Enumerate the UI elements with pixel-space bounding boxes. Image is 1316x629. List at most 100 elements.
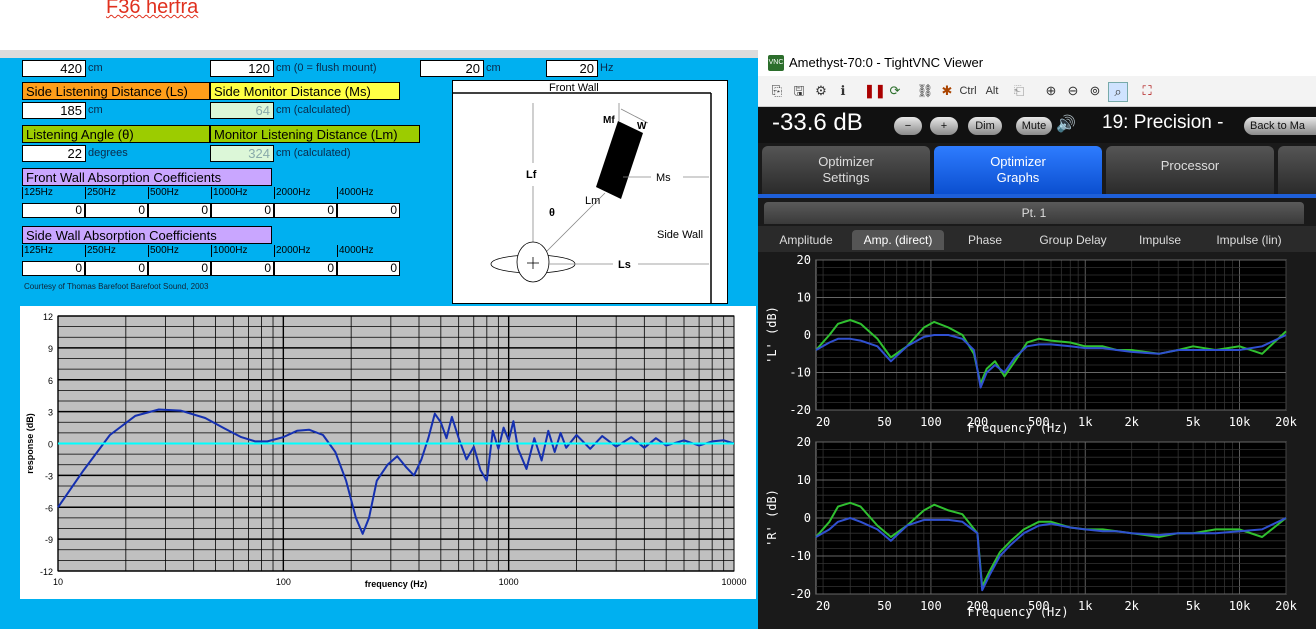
fullscreen-icon[interactable]: ⛶ [1138, 82, 1156, 100]
zoom-in-icon[interactable]: ⊕ [1042, 82, 1060, 100]
side-listening-cell[interactable]: 185 [22, 102, 86, 119]
subtab-group-delay[interactable]: Group Delay [1026, 230, 1120, 250]
side-wall-text: Side Wall [657, 229, 703, 241]
front-coef-cell[interactable]: 0 [337, 203, 400, 218]
monitor-front-cell[interactable]: 120 [210, 60, 274, 77]
subtab-impulse-lin[interactable]: Impulse (lin) [1202, 230, 1296, 250]
y-tick-label: -3 [45, 471, 53, 481]
side-band-header: 500Hz [148, 245, 179, 257]
front-coef-cell[interactable]: 0 [211, 203, 274, 218]
x-tick-label: 20k [1275, 415, 1297, 429]
new-connection-icon[interactable]: ⎘ [768, 82, 786, 100]
front-band-header: 250Hz [85, 187, 116, 199]
front-coef-cell[interactable]: 0 [274, 203, 337, 218]
save-icon[interactable]: 🖫 [790, 82, 808, 100]
side-coef-cell[interactable]: 0 [148, 261, 211, 276]
front-coef-cell[interactable]: 0 [148, 203, 211, 218]
tab-processor[interactable]: Processor [1106, 146, 1274, 194]
tab-optimizer-graphs[interactable]: Optimizer Graphs [934, 146, 1102, 194]
side-band-header: 1000Hz [211, 245, 248, 257]
monitor-listening-cell: 324 [210, 145, 274, 162]
x-tick-label: 1k [1078, 599, 1093, 613]
side-coef-cell[interactable]: 0 [274, 261, 337, 276]
subtab-impulse[interactable]: Impulse [1128, 230, 1192, 250]
subtab-phase[interactable]: Phase [952, 230, 1018, 250]
width-unit: cm [486, 62, 501, 74]
vnc-title-bar[interactable]: VNC Amethyst-70:0 - TightVNC Viewer [758, 50, 1316, 76]
x-tick-label: 20k [1275, 599, 1297, 613]
link-icon[interactable]: ⛓ [916, 82, 934, 100]
refresh-icon[interactable]: ⟳ [886, 82, 904, 100]
courtesy-note: Courtesy of Thomas Barefoot Barefoot Sou… [24, 282, 209, 291]
back-button[interactable]: Back to Ma [1244, 117, 1316, 135]
ms-text: Ms [656, 172, 671, 184]
x-tick-label: 50 [877, 415, 891, 429]
side-monitor-unit: cm (calculated) [276, 104, 351, 116]
front-coef-cell[interactable]: 0 [85, 203, 148, 218]
front-wall-absorption-label: Front Wall Absorption Coefficients [22, 168, 272, 186]
y-tick-label: 0 [804, 511, 811, 525]
response-chart: 10 100 1000 10000 12 9 6 3 0 -3 -6 -9 -12 frequency (… [25, 312, 747, 589]
options-icon[interactable]: ⚙ [812, 82, 830, 100]
alt-key-button[interactable]: Alt [982, 82, 1002, 100]
pause-icon[interactable]: ❚❚ [864, 82, 886, 100]
vnc-window: VNC Amethyst-70:0 - TightVNC Viewer ⎘ 🖫 … [758, 50, 1316, 629]
side-coef-cell[interactable]: 0 [85, 261, 148, 276]
vnc-app-icon: VNC [768, 55, 784, 71]
y-tick-label: 9 [48, 344, 53, 354]
subtab-amp-direct[interactable]: Amp. (direct) [852, 230, 944, 250]
dim-button[interactable]: Dim [968, 117, 1002, 135]
listening-angle-cell[interactable]: 22 [22, 145, 86, 162]
tab-more[interactable] [1278, 146, 1316, 194]
front-band-header: 500Hz [148, 187, 179, 199]
y-tick-label: -6 [45, 503, 53, 513]
freq-cell[interactable]: 20 [546, 60, 598, 77]
x-tick-label: 5k [1186, 599, 1201, 613]
ls-text: Ls [618, 259, 631, 271]
subtab-amplitude[interactable]: Amplitude [768, 230, 844, 250]
y-tick-label: 0 [804, 328, 811, 342]
front-distance-unit: cm [88, 62, 103, 74]
side-band-header: 4000Hz [337, 245, 374, 257]
tab-underline [758, 194, 1316, 198]
side-band-header: 250Hz [85, 245, 116, 257]
ctrl-key-button[interactable]: Ctrl [956, 82, 980, 100]
clipboard-icon[interactable]: ⎗ [1010, 82, 1028, 100]
listening-angle-unit: degrees [88, 147, 128, 159]
zoom-out-icon[interactable]: ⊖ [1064, 82, 1082, 100]
y-tick-label: 20 [797, 253, 811, 267]
x-tick-label: 50 [877, 599, 891, 613]
zoom-fit-icon[interactable]: ⌕ [1108, 82, 1128, 102]
left-channel-chart: 20 50 100 200 500 1k 2k 5k 10k 20k20100-10-20Freq… [765, 253, 1298, 434]
info-icon[interactable]: ℹ [834, 82, 852, 100]
front-coef-cell[interactable]: 0 [22, 203, 85, 218]
zoom-100-icon[interactable]: ⊚ [1086, 82, 1104, 100]
tab-point-1[interactable]: Pt. 1 [764, 202, 1304, 224]
y-tick-label: 6 [48, 376, 53, 386]
y-tick-label: 0 [48, 440, 53, 450]
x-tick-label: 100 [920, 599, 942, 613]
freq-unit: Hz [600, 62, 614, 74]
vnc-window-title: Amethyst-70:0 - TightVNC Viewer [789, 55, 984, 70]
speaker-icon[interactable]: 🔊 [1056, 114, 1076, 134]
x-axis-label: frequency (Hz) [365, 579, 428, 589]
y-tick-label: -9 [45, 535, 53, 545]
volume-up-button[interactable]: + [930, 117, 958, 135]
width-cell[interactable]: 20 [420, 60, 484, 77]
tab-optimizer-settings[interactable]: Optimizer Settings [762, 146, 930, 194]
side-listening-label: Side Listening Distance (Ls) [22, 82, 210, 100]
front-distance-cell[interactable]: 420 [22, 60, 86, 77]
side-coef-cell[interactable]: 0 [337, 261, 400, 276]
side-coef-cell[interactable]: 0 [211, 261, 274, 276]
volume-down-button[interactable]: − [894, 117, 922, 135]
side-band-header: 2000Hz [274, 245, 311, 257]
side-coef-cell[interactable]: 0 [22, 261, 85, 276]
monitor-front-unit: cm (0 = flush mount) [276, 62, 377, 74]
y-axis-label: 'L' (dB) [765, 306, 779, 364]
side-monitor-cell: 64 [210, 102, 274, 119]
ctrl-alt-del-icon[interactable]: ✱ [938, 82, 956, 100]
mute-button[interactable]: Mute [1016, 117, 1052, 135]
preset-label[interactable]: 19: Precision - [1102, 112, 1223, 134]
lm-text: Lm [585, 195, 600, 207]
y-tick-label: -20 [789, 403, 811, 417]
